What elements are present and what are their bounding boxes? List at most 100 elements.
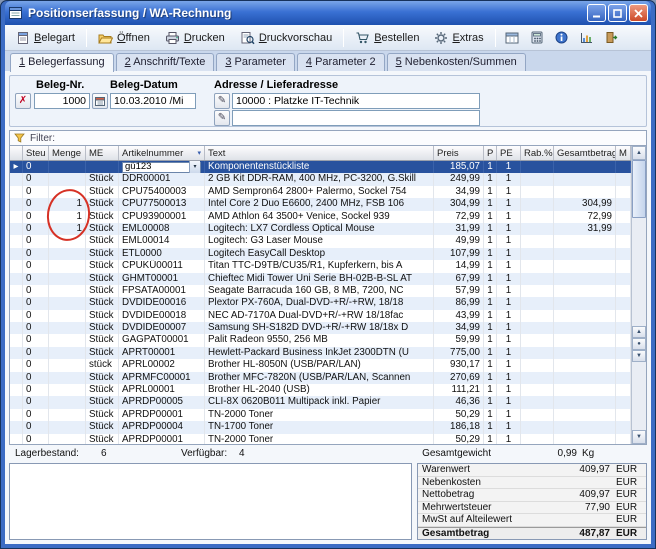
cell-menge[interactable] <box>49 421 86 433</box>
cell-pe[interactable]: 1 <box>497 409 521 421</box>
cell-text[interactable]: Brother HL-8050N (USB/PAR/LAN) <box>205 359 434 371</box>
scroll-down-icon[interactable]: ▼ <box>632 430 646 444</box>
cell-ges[interactable] <box>554 186 616 198</box>
cell-ges[interactable] <box>554 235 616 247</box>
cell-ges[interactable] <box>554 322 616 334</box>
row-selector[interactable] <box>10 334 23 346</box>
tab-parameter-2[interactable]: 4 Parameter 2 <box>297 53 385 71</box>
row-selector[interactable] <box>10 273 23 285</box>
cell-p[interactable]: 1 <box>484 173 497 185</box>
table-row[interactable]: 0StückDVDIDE00007Samsung SH-S182D DVD-+R… <box>10 322 631 334</box>
cell-steu[interactable]: 0 <box>23 334 49 346</box>
cell-rab[interactable] <box>521 434 554 444</box>
row-selector[interactable] <box>10 297 23 309</box>
cell-m[interactable] <box>616 322 631 334</box>
cell-art[interactable]: gü123▾ <box>119 161 205 173</box>
table-row[interactable]: 0StückAPRDP00001TN-2000 Toner50,2911 <box>10 409 631 421</box>
cell-p[interactable]: 1 <box>484 260 497 272</box>
cell-steu[interactable]: 0 <box>23 359 49 371</box>
row-selector[interactable] <box>10 409 23 421</box>
cell-preis[interactable]: 14,99 <box>434 260 484 272</box>
cell-text[interactable]: Samsung SH-S182D DVD-+R/-+RW 18/18x D <box>205 322 434 334</box>
column-header-rab[interactable]: Rab.% <box>521 146 554 160</box>
cell-art[interactable]: APRMFC00001 <box>119 372 205 384</box>
table-row[interactable]: 0StückEML00014Logitech: G3 Laser Mouse49… <box>10 235 631 247</box>
cell-p[interactable]: 1 <box>484 235 497 247</box>
cell-text[interactable]: Logitech EasyCall Desktop <box>205 248 434 260</box>
cell-preis[interactable]: 59,99 <box>434 334 484 346</box>
cell-text[interactable]: 2 GB Kit DDR-RAM, 400 MHz, PC-3200, G.Sk… <box>205 173 434 185</box>
calendar-icon[interactable] <box>92 93 108 109</box>
table-row[interactable]: 0StückAPRT00001Hewlett-Packard Business … <box>10 347 631 359</box>
table-row[interactable]: 0StückGHMT00001Chieftec Midi Tower Uni S… <box>10 273 631 285</box>
cell-ges[interactable] <box>554 161 616 173</box>
cell-steu[interactable]: 0 <box>23 173 49 185</box>
lieferadresse-input[interactable] <box>232 110 480 126</box>
cell-text[interactable]: TN-2000 Toner <box>205 434 434 444</box>
cell-steu[interactable]: 0 <box>23 248 49 260</box>
scroll-up-icon[interactable]: ▲ <box>632 146 646 160</box>
cell-rab[interactable] <box>521 223 554 235</box>
scrollbar-track[interactable] <box>632 362 646 430</box>
tab-parameter[interactable]: 3 Parameter <box>216 53 295 71</box>
info-button[interactable] <box>550 27 574 48</box>
cell-m[interactable] <box>616 409 631 421</box>
cell-art[interactable]: APRDP00005 <box>119 396 205 408</box>
cell-preis[interactable]: 930,17 <box>434 359 484 371</box>
table-row[interactable]: 0StückAPRDP00004TN-1700 Toner186,1811 <box>10 421 631 433</box>
cell-p[interactable]: 1 <box>484 285 497 297</box>
column-header-preis[interactable]: Preis <box>434 146 484 160</box>
cell-art[interactable]: DVDIDE00007 <box>119 322 205 334</box>
cell-ges[interactable] <box>554 434 616 444</box>
cell-art[interactable]: CPU75400003 <box>119 186 205 198</box>
cell-rab[interactable] <box>521 372 554 384</box>
cell-preis[interactable]: 31,99 <box>434 223 484 235</box>
cell-ges[interactable] <box>554 310 616 322</box>
belegart-button[interactable]: Belegart <box>9 28 82 48</box>
table-row[interactable]: 0StückAPRDP00001TN-2000 Toner50,2911 <box>10 434 631 444</box>
cell-p[interactable]: 1 <box>484 310 497 322</box>
calculator-button[interactable] <box>525 27 549 48</box>
row-selector[interactable] <box>10 235 23 247</box>
cell-preis[interactable]: 775,00 <box>434 347 484 359</box>
row-selector[interactable] <box>10 186 23 198</box>
cell-m[interactable] <box>616 223 631 235</box>
table-row[interactable]: 0StückAPRDP00005CLI-8X 0620B011 Multipac… <box>10 396 631 408</box>
table-row[interactable]: 01StückCPU77500013Intel Core 2 Duo E6600… <box>10 198 631 210</box>
row-selector[interactable] <box>10 384 23 396</box>
cell-m[interactable] <box>616 396 631 408</box>
cell-p[interactable]: 1 <box>484 248 497 260</box>
cell-art[interactable]: GHMT00001 <box>119 273 205 285</box>
artikelnummer-combobox[interactable]: gü123▾ <box>122 162 201 173</box>
cell-me[interactable]: Stück <box>86 173 119 185</box>
cell-pe[interactable]: 1 <box>497 334 521 346</box>
cell-steu[interactable]: 0 <box>23 421 49 433</box>
cell-preis[interactable]: 72,99 <box>434 211 484 223</box>
cell-steu[interactable]: 0 <box>23 310 49 322</box>
adresse-input[interactable] <box>232 93 480 109</box>
column-header-artikelnummer[interactable]: Artikelnummer▾ <box>119 146 205 160</box>
table-row[interactable]: 0StückETL0000Logitech EasyCall Desktop10… <box>10 248 631 260</box>
cell-text[interactable]: NEC AD-7170A Dual-DVD+R/-+RW 18/18fac <box>205 310 434 322</box>
cell-m[interactable] <box>616 285 631 297</box>
column-header-menge[interactable]: Menge <box>49 146 86 160</box>
cell-p[interactable]: 1 <box>484 396 497 408</box>
row-selector[interactable] <box>10 223 23 235</box>
cell-me[interactable]: Stück <box>86 211 119 223</box>
cell-art[interactable]: APRDP00001 <box>119 434 205 444</box>
row-selector[interactable] <box>10 372 23 384</box>
cell-pe[interactable]: 1 <box>497 198 521 210</box>
cell-text[interactable]: TN-2000 Toner <box>205 409 434 421</box>
cell-ges[interactable] <box>554 347 616 359</box>
beleg-datum-input[interactable] <box>110 93 196 109</box>
cell-art[interactable]: DVDIDE00016 <box>119 297 205 309</box>
cell-text[interactable]: Chieftec Midi Tower Uni Serie BH-02B-B-S… <box>205 273 434 285</box>
cell-p[interactable]: 1 <box>484 359 497 371</box>
druckvorschau-button[interactable]: Druckvorschau <box>233 28 339 48</box>
cell-text[interactable]: Hewlett-Packard Business InkJet 2300DTN … <box>205 347 434 359</box>
cell-menge[interactable] <box>49 384 86 396</box>
cell-me[interactable]: Stück <box>86 285 119 297</box>
minimize-button[interactable] <box>587 4 606 22</box>
cell-rab[interactable] <box>521 273 554 285</box>
cell-m[interactable] <box>616 273 631 285</box>
